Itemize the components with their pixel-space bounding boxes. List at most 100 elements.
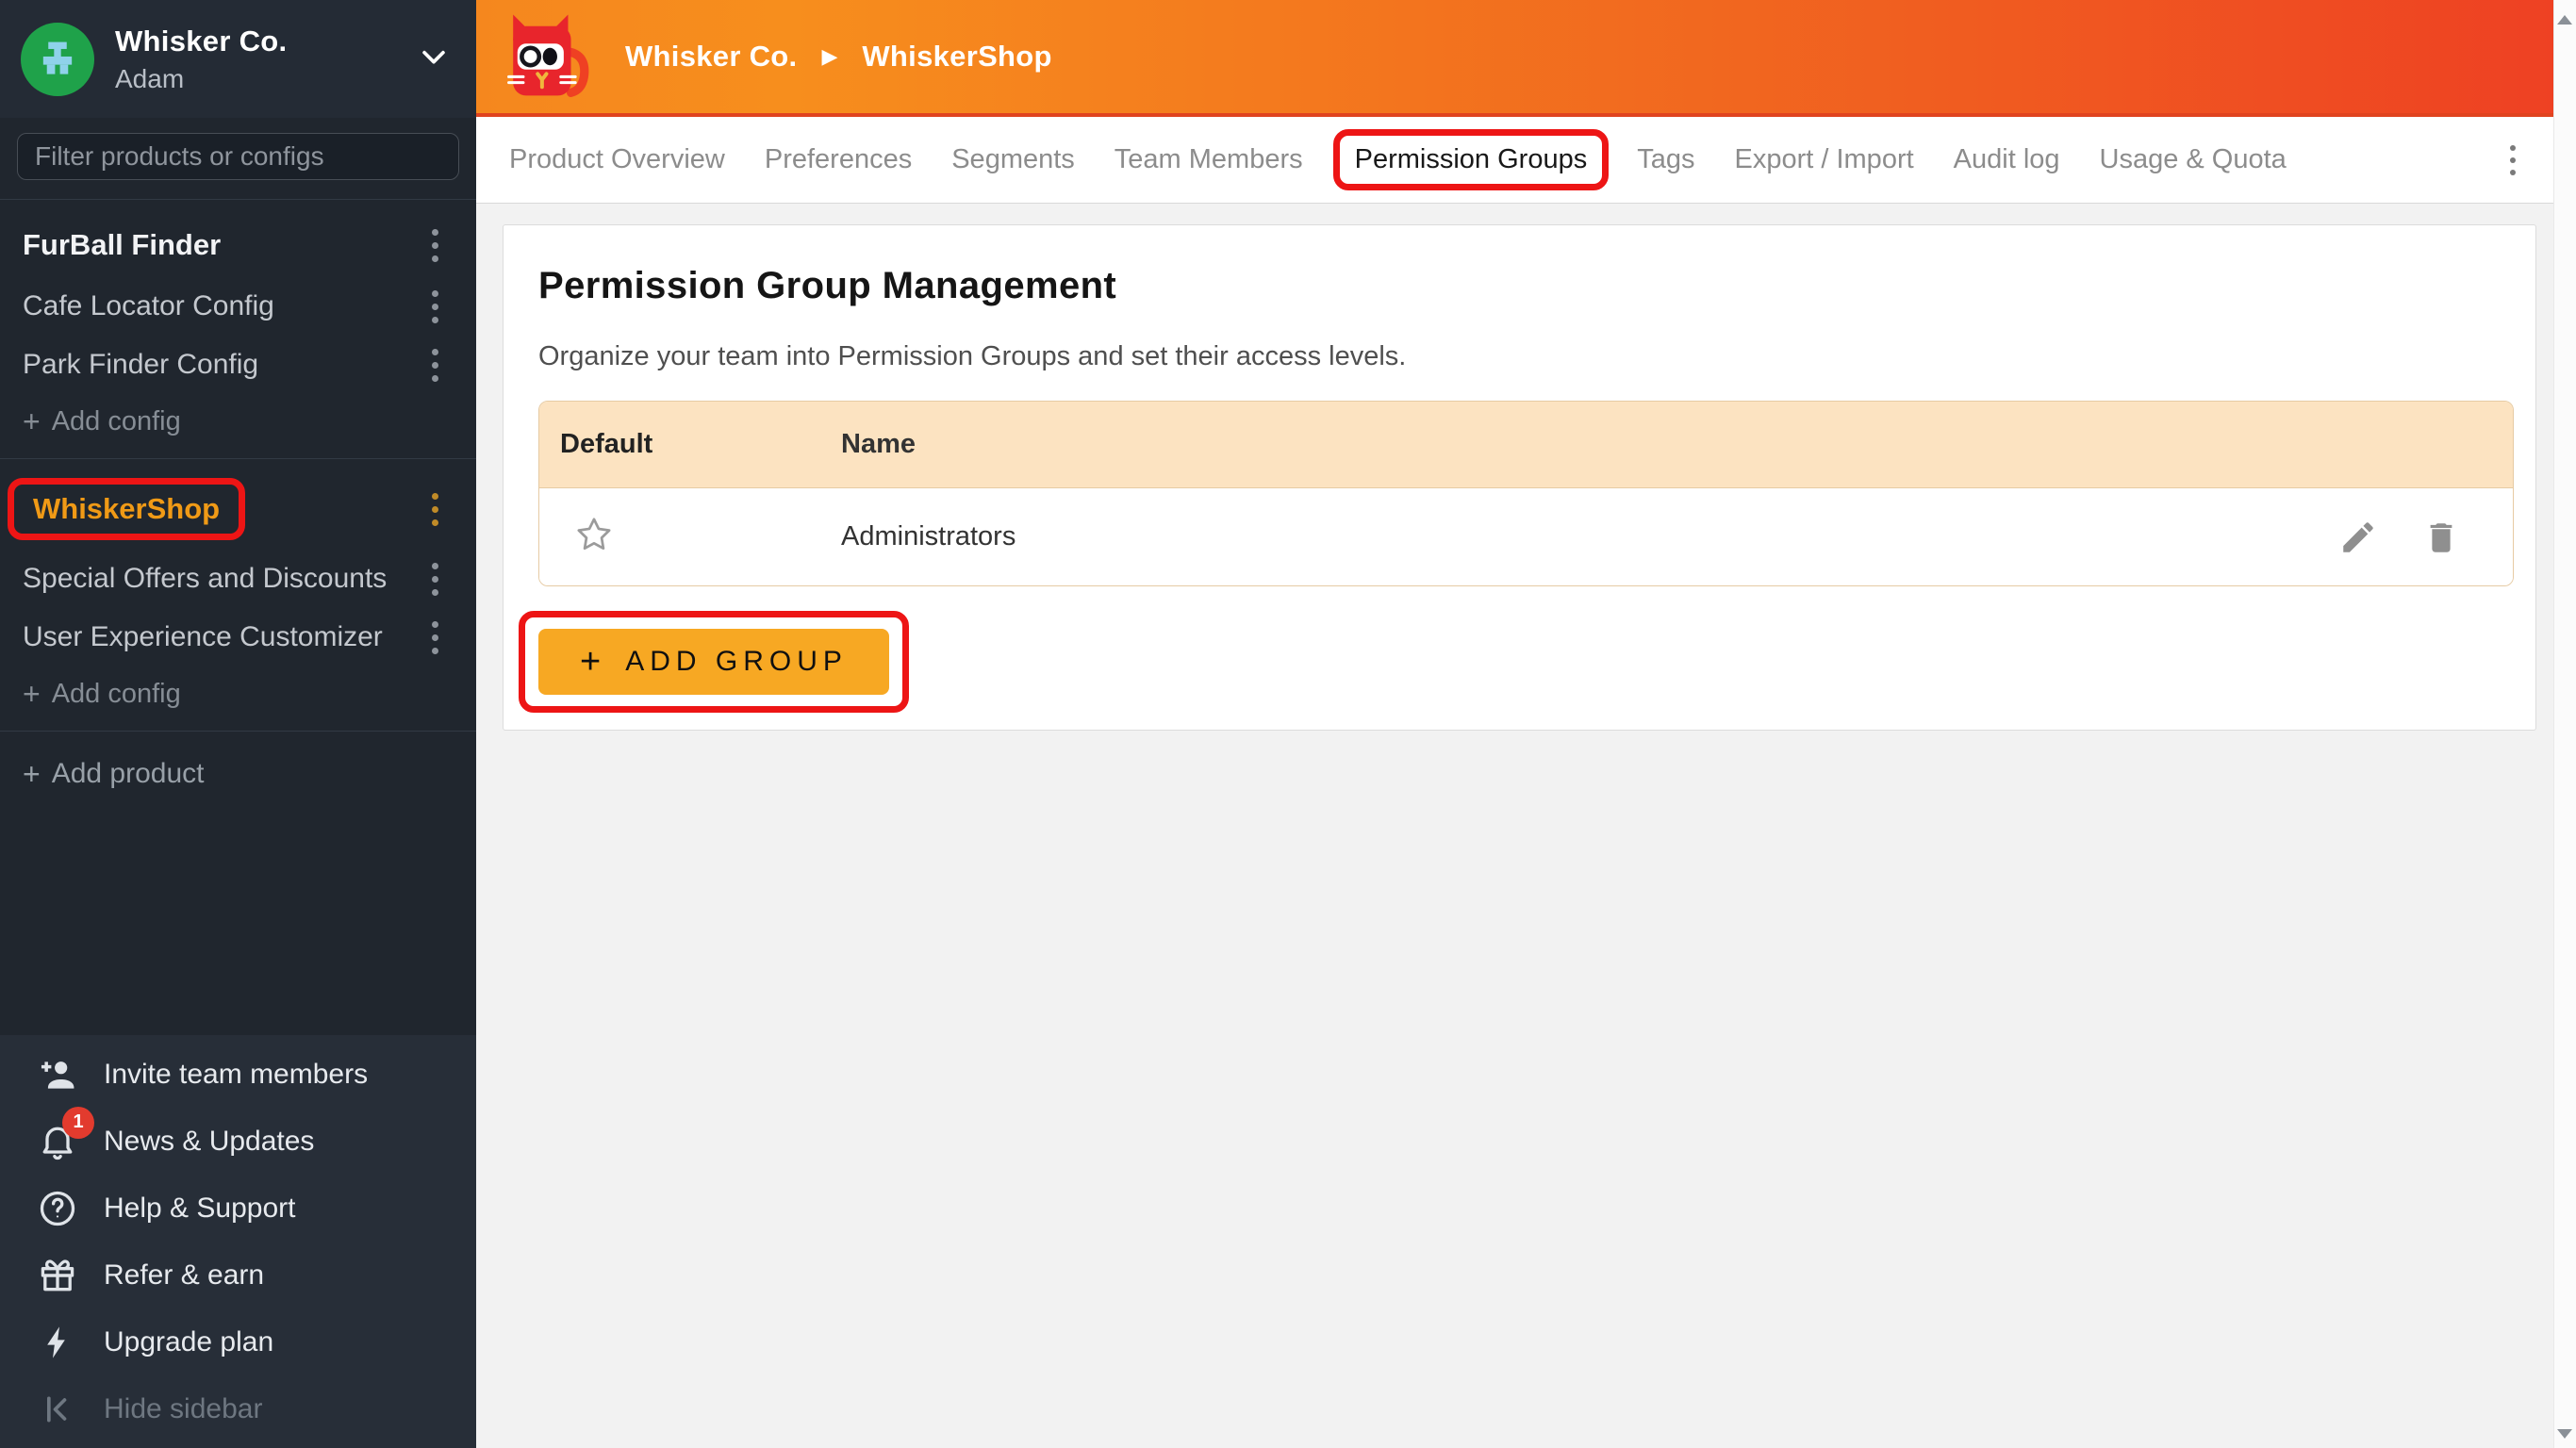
account-text: Whisker Co. Adam — [115, 25, 408, 94]
product-list: FurBall Finder Cafe Locator Config Park … — [0, 200, 476, 1035]
config-name[interactable]: Special Offers and Discounts — [23, 563, 428, 595]
sidebar: Whisker Co. Adam FurBall Finder Cafe Loc… — [0, 0, 476, 1448]
scroll-up-arrow-icon[interactable] — [2557, 15, 2572, 25]
add-group-label: ADD GROUP — [625, 646, 848, 678]
product-item-furball-finder[interactable]: FurBall Finder — [0, 213, 476, 277]
app: Whisker Co. Adam FurBall Finder Cafe Loc… — [0, 0, 2576, 1448]
annotation-box-add-group: + ADD GROUP — [519, 611, 909, 713]
column-header-default: Default — [539, 429, 841, 460]
add-config-label: Add config — [52, 406, 181, 437]
tab-team-members[interactable]: Team Members — [1115, 144, 1303, 175]
hide-sidebar-button[interactable]: Hide sidebar — [0, 1375, 476, 1442]
permission-group-card: Permission Group Management Organize you… — [503, 224, 2536, 731]
tab-bar: Product Overview Preferences Segments Te… — [476, 117, 2553, 204]
add-product-button[interactable]: + Add product — [0, 741, 476, 807]
product-name[interactable]: FurBall Finder — [23, 228, 428, 262]
table-row: Administrators — [539, 488, 2513, 585]
kebab-menu-icon[interactable] — [428, 614, 442, 661]
breadcrumb-org[interactable]: Whisker Co. — [625, 40, 797, 74]
help-icon — [36, 1187, 79, 1230]
add-product-label: Add product — [52, 758, 205, 790]
gift-icon — [36, 1254, 79, 1297]
tab-tags[interactable]: Tags — [1637, 144, 1694, 175]
robot-avatar-icon — [33, 35, 82, 84]
column-header-name: Name — [841, 429, 2461, 460]
org-name: Whisker Co. — [115, 25, 408, 58]
tab-audit-log[interactable]: Audit log — [1954, 144, 2060, 175]
product-name[interactable]: WhiskerShop — [33, 492, 220, 526]
content-area: Permission Group Management Organize you… — [476, 204, 2553, 1448]
filter-input[interactable] — [17, 133, 459, 180]
tab-segments[interactable]: Segments — [951, 144, 1075, 175]
footer-item-label: Upgrade plan — [104, 1326, 273, 1358]
breadcrumb: Whisker Co. ▶ WhiskerShop — [625, 40, 1052, 74]
news-updates-button[interactable]: 1 News & Updates — [0, 1108, 476, 1175]
product-item-whiskershop[interactable]: WhiskerShop — [0, 469, 476, 550]
plus-icon: + — [23, 677, 41, 712]
kebab-menu-icon[interactable] — [428, 485, 442, 533]
config-name[interactable]: Park Finder Config — [23, 349, 428, 381]
collapse-icon — [36, 1388, 79, 1431]
plus-icon: + — [580, 642, 601, 683]
refer-earn-button[interactable]: Refer & earn — [0, 1242, 476, 1308]
sidebar-footer: Invite team members 1 News & Updates — [0, 1035, 476, 1448]
default-star-icon[interactable] — [573, 514, 615, 555]
plus-icon: + — [23, 757, 41, 792]
notification-badge: 1 — [62, 1107, 94, 1139]
add-config-button[interactable]: + Add config — [0, 666, 476, 721]
kebab-menu-icon[interactable] — [428, 283, 442, 330]
person-add-icon — [36, 1053, 79, 1096]
tab-export-import[interactable]: Export / Import — [1734, 144, 1913, 175]
tab-permission-groups[interactable]: Permission Groups — [1355, 144, 1588, 175]
page-subtitle: Organize your team into Permission Group… — [538, 341, 2512, 372]
divider — [0, 731, 476, 732]
filter-section — [0, 118, 476, 200]
delete-icon[interactable] — [2421, 518, 2461, 557]
footer-item-label: Invite team members — [104, 1059, 368, 1091]
plus-icon: + — [23, 404, 41, 439]
edit-icon[interactable] — [2338, 518, 2378, 557]
top-header: Whisker Co. ▶ WhiskerShop — [476, 0, 2553, 117]
footer-item-label: News & Updates — [104, 1126, 314, 1158]
config-item-park-finder[interactable]: Park Finder Config — [0, 336, 476, 394]
scrollbar[interactable] — [2553, 0, 2576, 1448]
user-name: Adam — [115, 64, 408, 94]
footer-item-label: Refer & earn — [104, 1259, 264, 1292]
account-switcher[interactable]: Whisker Co. Adam — [0, 0, 476, 118]
invite-team-members-button[interactable]: Invite team members — [0, 1041, 476, 1108]
help-support-button[interactable]: Help & Support — [0, 1175, 476, 1242]
footer-item-label: Help & Support — [104, 1193, 295, 1225]
breadcrumb-arrow-icon: ▶ — [821, 44, 837, 69]
config-item-user-experience[interactable]: User Experience Customizer — [0, 608, 476, 666]
breadcrumb-project[interactable]: WhiskerShop — [862, 40, 1051, 74]
tab-overflow-menu-icon[interactable] — [2501, 136, 2525, 184]
scroll-down-arrow-icon[interactable] — [2557, 1429, 2572, 1439]
group-name: Administrators — [841, 521, 2338, 552]
annotation-box-permission-groups: Permission Groups — [1333, 129, 1610, 190]
annotation-box-whiskershop: WhiskerShop — [8, 478, 245, 540]
add-group-button[interactable]: + ADD GROUP — [538, 629, 889, 695]
config-name[interactable]: Cafe Locator Config — [23, 290, 428, 322]
main: Whisker Co. ▶ WhiskerShop Product Overvi… — [476, 0, 2553, 1448]
table-header-row: Default Name — [539, 402, 2513, 488]
divider — [0, 458, 476, 459]
tab-usage-quota[interactable]: Usage & Quota — [2100, 144, 2287, 175]
upgrade-plan-button[interactable]: Upgrade plan — [0, 1308, 476, 1375]
avatar — [21, 23, 94, 96]
kebab-menu-icon[interactable] — [428, 341, 442, 388]
chevron-down-icon — [418, 41, 450, 77]
cat-logo — [504, 11, 591, 102]
tab-preferences[interactable]: Preferences — [765, 144, 912, 175]
config-name[interactable]: User Experience Customizer — [23, 621, 428, 653]
footer-item-label: Hide sidebar — [104, 1393, 262, 1425]
add-config-button[interactable]: + Add config — [0, 394, 476, 449]
page-title: Permission Group Management — [538, 265, 2512, 307]
bell-icon: 1 — [36, 1120, 79, 1163]
config-item-special-offers[interactable]: Special Offers and Discounts — [0, 550, 476, 608]
kebab-menu-icon[interactable] — [428, 222, 442, 269]
bolt-icon — [36, 1321, 79, 1364]
permission-groups-table: Default Name Administrators — [538, 401, 2514, 586]
tab-product-overview[interactable]: Product Overview — [509, 144, 725, 175]
config-item-cafe-locator[interactable]: Cafe Locator Config — [0, 277, 476, 336]
kebab-menu-icon[interactable] — [428, 555, 442, 602]
